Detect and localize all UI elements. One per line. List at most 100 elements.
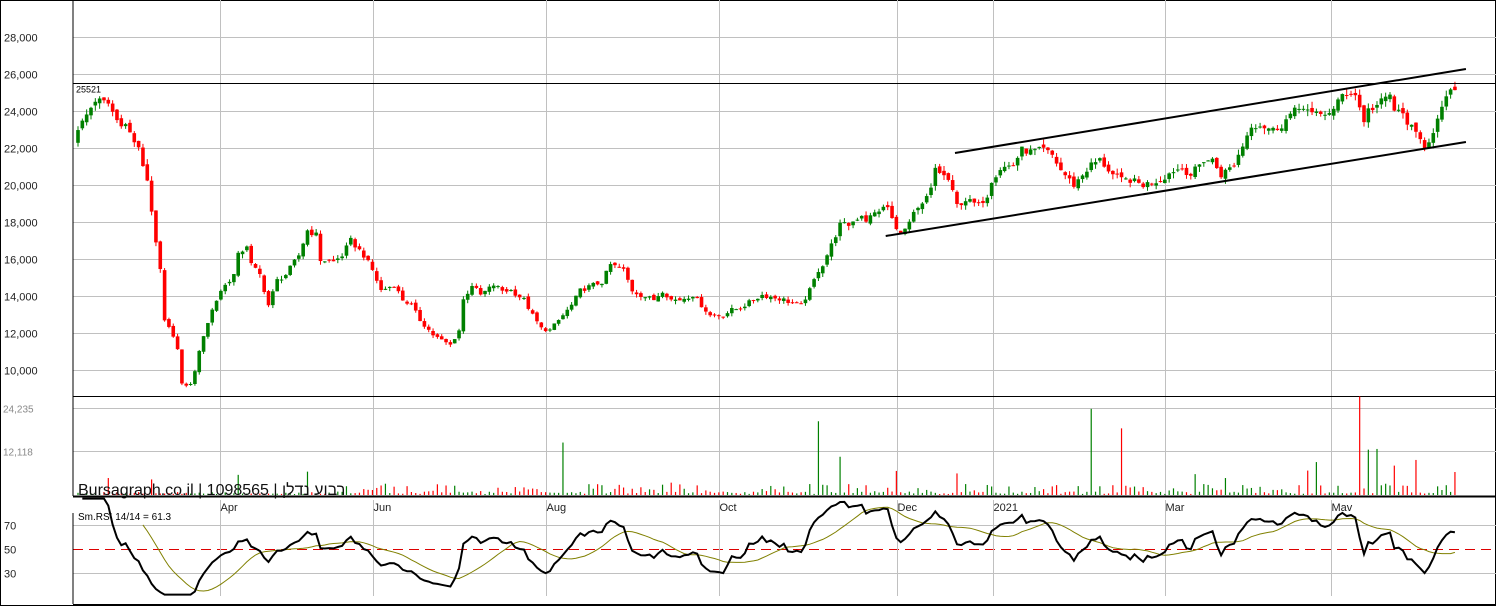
candle-body <box>1340 94 1345 102</box>
candle-body <box>751 300 756 302</box>
candle-body <box>1037 146 1042 148</box>
candle-body <box>1214 157 1219 169</box>
candle-body <box>162 270 167 321</box>
candle-body <box>110 103 115 112</box>
candle-body <box>1011 165 1016 167</box>
candle-body <box>643 297 648 299</box>
candle-body <box>145 164 150 181</box>
candle-body <box>1137 179 1141 183</box>
candle-body <box>682 298 686 302</box>
candle-body <box>418 310 422 322</box>
candle <box>193 369 197 386</box>
candle-body <box>699 297 704 308</box>
candle-body <box>470 286 474 295</box>
candle-body <box>1292 107 1297 117</box>
candle-body <box>97 98 102 104</box>
candle <box>206 322 210 339</box>
candle-body <box>292 259 297 266</box>
candle-body <box>881 206 886 211</box>
candle-body <box>955 191 959 204</box>
candle-body <box>1275 128 1280 131</box>
candle-body <box>673 299 678 301</box>
candle-body <box>730 308 734 314</box>
candle-body <box>210 309 215 323</box>
candle-body <box>1076 179 1081 189</box>
candle-body <box>123 124 128 127</box>
candle-body <box>595 281 600 285</box>
price-tick-label: 20,000 <box>4 181 38 193</box>
candle-body <box>1422 140 1427 149</box>
candle-body <box>972 198 977 203</box>
candle-body <box>864 215 868 222</box>
candle-body <box>985 197 990 204</box>
candle-body <box>149 180 154 212</box>
candle-body <box>535 312 539 322</box>
candle-body <box>1033 149 1037 151</box>
candle-body <box>1067 175 1072 179</box>
candle-body <box>1028 149 1033 155</box>
candle-body <box>1007 165 1011 167</box>
candle-body <box>383 288 388 290</box>
candle-body <box>214 300 219 311</box>
candle <box>162 268 167 322</box>
candle-body <box>626 267 630 280</box>
candle <box>288 265 292 277</box>
candle-body <box>1145 182 1150 188</box>
candle-body <box>803 299 808 304</box>
price-tick-label: 12,000 <box>4 329 38 341</box>
candle-body <box>1444 96 1449 107</box>
candle-body <box>1249 127 1254 137</box>
candle-body <box>1197 164 1202 167</box>
candle-body <box>1015 157 1020 166</box>
candle-body <box>1370 107 1375 111</box>
candle-body <box>483 290 487 295</box>
candle-body <box>968 199 972 202</box>
candle-body <box>1448 89 1453 95</box>
candle <box>158 240 163 273</box>
candle-body <box>807 288 812 300</box>
candle-body <box>1106 164 1111 172</box>
candle-body <box>591 282 596 287</box>
candle-body <box>201 336 206 352</box>
candle-body <box>426 326 431 330</box>
candle-body <box>781 298 786 301</box>
candle-body <box>1210 158 1215 163</box>
candle-body <box>297 255 301 259</box>
candle <box>807 286 812 302</box>
candle-body <box>959 203 964 206</box>
candle-body <box>1054 156 1059 164</box>
date-tick-label: Oct <box>720 502 737 514</box>
candle-body <box>452 339 457 344</box>
candle-body <box>998 170 1003 176</box>
candle-body <box>717 315 721 317</box>
candle-body <box>1098 158 1102 161</box>
candle-body <box>704 307 708 312</box>
candle <box>461 296 466 334</box>
candle-body <box>93 101 98 106</box>
candle-body <box>1041 144 1046 148</box>
candle-body <box>1314 111 1319 113</box>
candle-body <box>439 336 444 340</box>
candle-body <box>223 284 228 292</box>
candle-body <box>1176 169 1180 171</box>
candle-body <box>1310 107 1314 113</box>
candle-body <box>530 310 535 314</box>
candle <box>167 317 171 329</box>
candle-body <box>1435 118 1440 132</box>
candle-body <box>1236 154 1241 165</box>
candle-body <box>868 215 873 224</box>
candle-body <box>543 328 548 332</box>
rsi-label: Sm.RSI 14/14 = 61.3 <box>78 512 172 523</box>
candle <box>197 349 202 375</box>
candle-body <box>1245 135 1249 149</box>
date-tick-label: Dec <box>898 502 918 514</box>
candle-body <box>102 97 106 101</box>
candle <box>201 335 206 355</box>
candle-body <box>279 279 284 281</box>
candle-body <box>1318 111 1323 114</box>
candle-body <box>933 167 938 186</box>
candle-body <box>695 297 699 299</box>
candle-body <box>500 287 505 291</box>
candle-body <box>448 342 453 345</box>
candle-body <box>1046 147 1050 151</box>
